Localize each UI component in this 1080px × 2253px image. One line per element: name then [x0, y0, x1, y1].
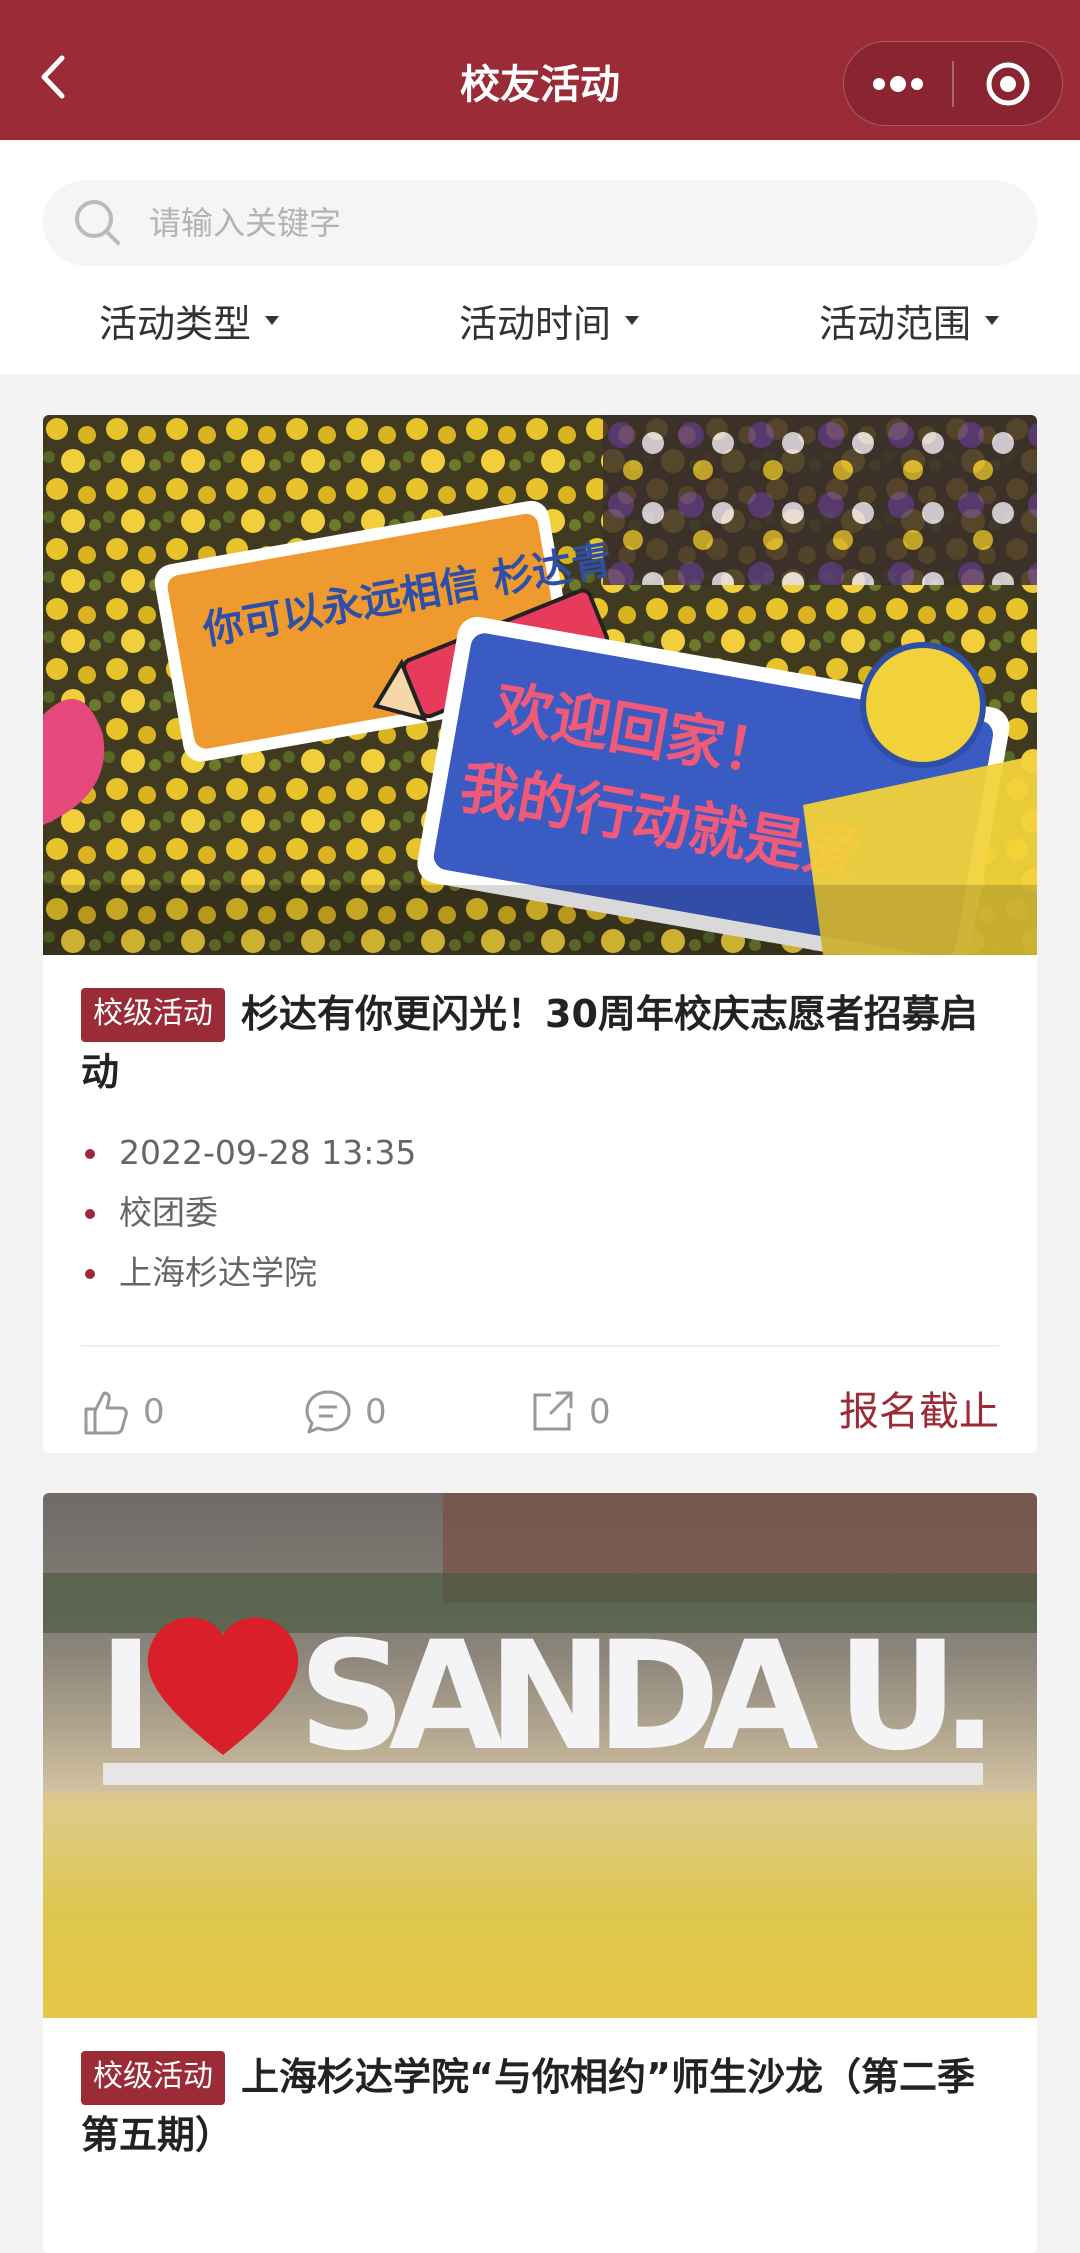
activity-level-tag: 校级活动: [81, 2051, 225, 2105]
mini-program-capsule: [843, 41, 1063, 126]
card-action-bar: 0 0 0 报名截止: [81, 1347, 999, 1453]
like-count: 0: [143, 1392, 165, 1432]
filter-label: 活动类型: [99, 301, 252, 346]
filter-bar: 活动类型 活动时间 活动范围: [0, 290, 1080, 350]
flower-bed-signs-photo: 你可以永远相信 杉达青 欢迎回家！ 我的行动就是爱: [43, 415, 1037, 955]
caret-down-icon: [625, 315, 640, 325]
comment-icon: [305, 1390, 351, 1434]
caret-down-icon: [985, 315, 1000, 325]
record-target-icon: [986, 62, 1030, 105]
sign-letter-i: I: [98, 1610, 154, 1784]
share-icon: [533, 1391, 573, 1431]
card-body: 校级活动 上海杉达学院“与你相约”师生沙龙（第二季第五期）: [43, 2018, 1037, 2164]
filter-label: 活动范围: [819, 301, 972, 346]
close-program-button[interactable]: [954, 42, 1062, 125]
activity-datetime: 2022-09-28 13:35: [81, 1123, 999, 1183]
caret-down-icon: [265, 315, 280, 325]
search-input[interactable]: [149, 204, 969, 242]
like-button[interactable]: 0: [81, 1387, 165, 1437]
search-bar[interactable]: [43, 180, 1037, 266]
activity-card[interactable]: 你可以永远相信 杉达青 欢迎回家！ 我的行动就是爱 校级活动 杉达有你更闪光！30…: [43, 415, 1037, 1453]
campus-sign-photo: I SANDA U.: [43, 1493, 1037, 2018]
filter-label: 活动时间: [459, 301, 612, 346]
comment-count: 0: [365, 1392, 387, 1432]
search-icon: [75, 200, 120, 245]
top-nav-bar: 校友活动: [0, 0, 1080, 140]
search-filter-panel: 活动类型 活动时间 活动范围: [0, 140, 1080, 374]
share-button[interactable]: 0: [527, 1387, 611, 1437]
filter-activity-time[interactable]: 活动时间: [459, 290, 640, 350]
activity-title[interactable]: 校级活动 上海杉达学院“与你相约”师生沙龙（第二季第五期）: [81, 2048, 999, 2164]
sign-sanda-text: SANDA U.: [298, 1610, 998, 1784]
share-count: 0: [589, 1392, 611, 1432]
registration-status[interactable]: 报名截止: [839, 1387, 999, 1437]
card-body: 校级活动 杉达有你更闪光！30周年校庆志愿者招募启动 2022-09-28 13:…: [43, 955, 1037, 1453]
activity-level-tag: 校级活动: [81, 988, 225, 1042]
filter-activity-scope[interactable]: 活动范围: [819, 290, 1000, 350]
more-button[interactable]: [844, 42, 952, 125]
more-dots-icon: [873, 75, 923, 92]
filter-activity-type[interactable]: 活动类型: [99, 290, 280, 350]
thumbs-up-icon: [84, 1391, 128, 1435]
comment-button[interactable]: 0: [303, 1387, 387, 1437]
activity-cover-image: I SANDA U.: [43, 1493, 1037, 2018]
activity-title[interactable]: 校级活动 杉达有你更闪光！30周年校庆志愿者招募启动: [81, 985, 999, 1101]
activity-organizer: 校团委: [81, 1183, 999, 1243]
activity-cover-image: 你可以永远相信 杉达青 欢迎回家！ 我的行动就是爱: [43, 415, 1037, 955]
activity-location: 上海杉达学院: [81, 1243, 999, 1303]
activity-card[interactable]: I SANDA U. 校级活动 上海杉达学院“与你相约”师生沙龙（第二季第五期）: [43, 1493, 1037, 2253]
activity-meta-list: 2022-09-28 13:35 校团委 上海杉达学院: [81, 1123, 999, 1303]
